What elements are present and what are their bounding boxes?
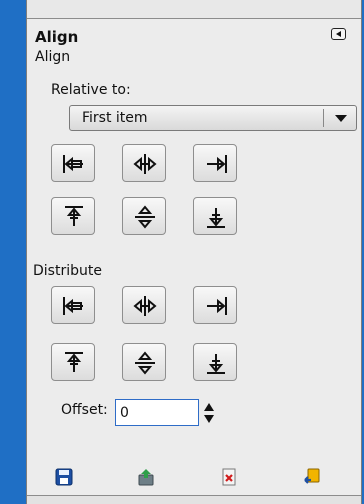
relative-to-dropdown[interactable]: First item <box>69 105 357 131</box>
delete-icon[interactable] <box>220 468 238 486</box>
reset-icon[interactable] <box>303 468 321 486</box>
save-icon[interactable] <box>55 468 73 486</box>
align-dialog: Align Align Relative to: First item Dist… <box>26 0 362 504</box>
distribute-centers-horizontal-icon <box>133 296 157 316</box>
align-top-edge-icon <box>65 206 83 226</box>
distribute-label: Distribute <box>33 263 102 279</box>
distribute-middle-button[interactable] <box>122 343 166 381</box>
dialog-subtitle: Align <box>35 49 71 65</box>
align-middle-button[interactable] <box>122 197 166 235</box>
tab-menu-button[interactable] <box>331 28 346 40</box>
align-left-button[interactable] <box>51 144 95 182</box>
relative-to-label: Relative to: <box>51 82 131 98</box>
distribute-left-button[interactable] <box>51 286 95 324</box>
spin-updown-icon[interactable] <box>203 401 215 425</box>
distribute-middles-vertical-icon <box>135 351 155 375</box>
restore-icon[interactable] <box>137 468 155 486</box>
align-bottom-button[interactable] <box>193 197 237 235</box>
align-left-edge-icon <box>63 155 83 173</box>
align-right-edge-icon <box>207 155 227 173</box>
distribute-bottom-edges-icon <box>207 354 225 374</box>
align-top-button[interactable] <box>51 197 95 235</box>
relative-to-value: First item <box>82 110 148 126</box>
dock-bottom-strip <box>27 495 361 504</box>
offset-label: Offset: <box>61 402 108 418</box>
align-middle-vertical-icon <box>135 205 155 229</box>
dock-top-strip <box>27 0 361 19</box>
align-center-horizontal-icon <box>133 154 157 174</box>
align-center-button[interactable] <box>122 144 166 182</box>
distribute-left-edges-icon <box>63 297 83 315</box>
distribute-right-button[interactable] <box>193 286 237 324</box>
dropdown-separator <box>323 109 324 127</box>
offset-input[interactable] <box>115 399 199 426</box>
distribute-right-edges-icon <box>207 297 227 315</box>
distribute-bottom-button[interactable] <box>193 343 237 381</box>
distribute-top-edges-icon <box>65 352 83 372</box>
chevron-down-icon[interactable] <box>335 115 347 122</box>
align-right-button[interactable] <box>193 144 237 182</box>
distribute-top-button[interactable] <box>51 343 95 381</box>
dialog-title: Align <box>35 28 79 46</box>
align-bottom-edge-icon <box>207 208 225 228</box>
distribute-center-button[interactable] <box>122 286 166 324</box>
